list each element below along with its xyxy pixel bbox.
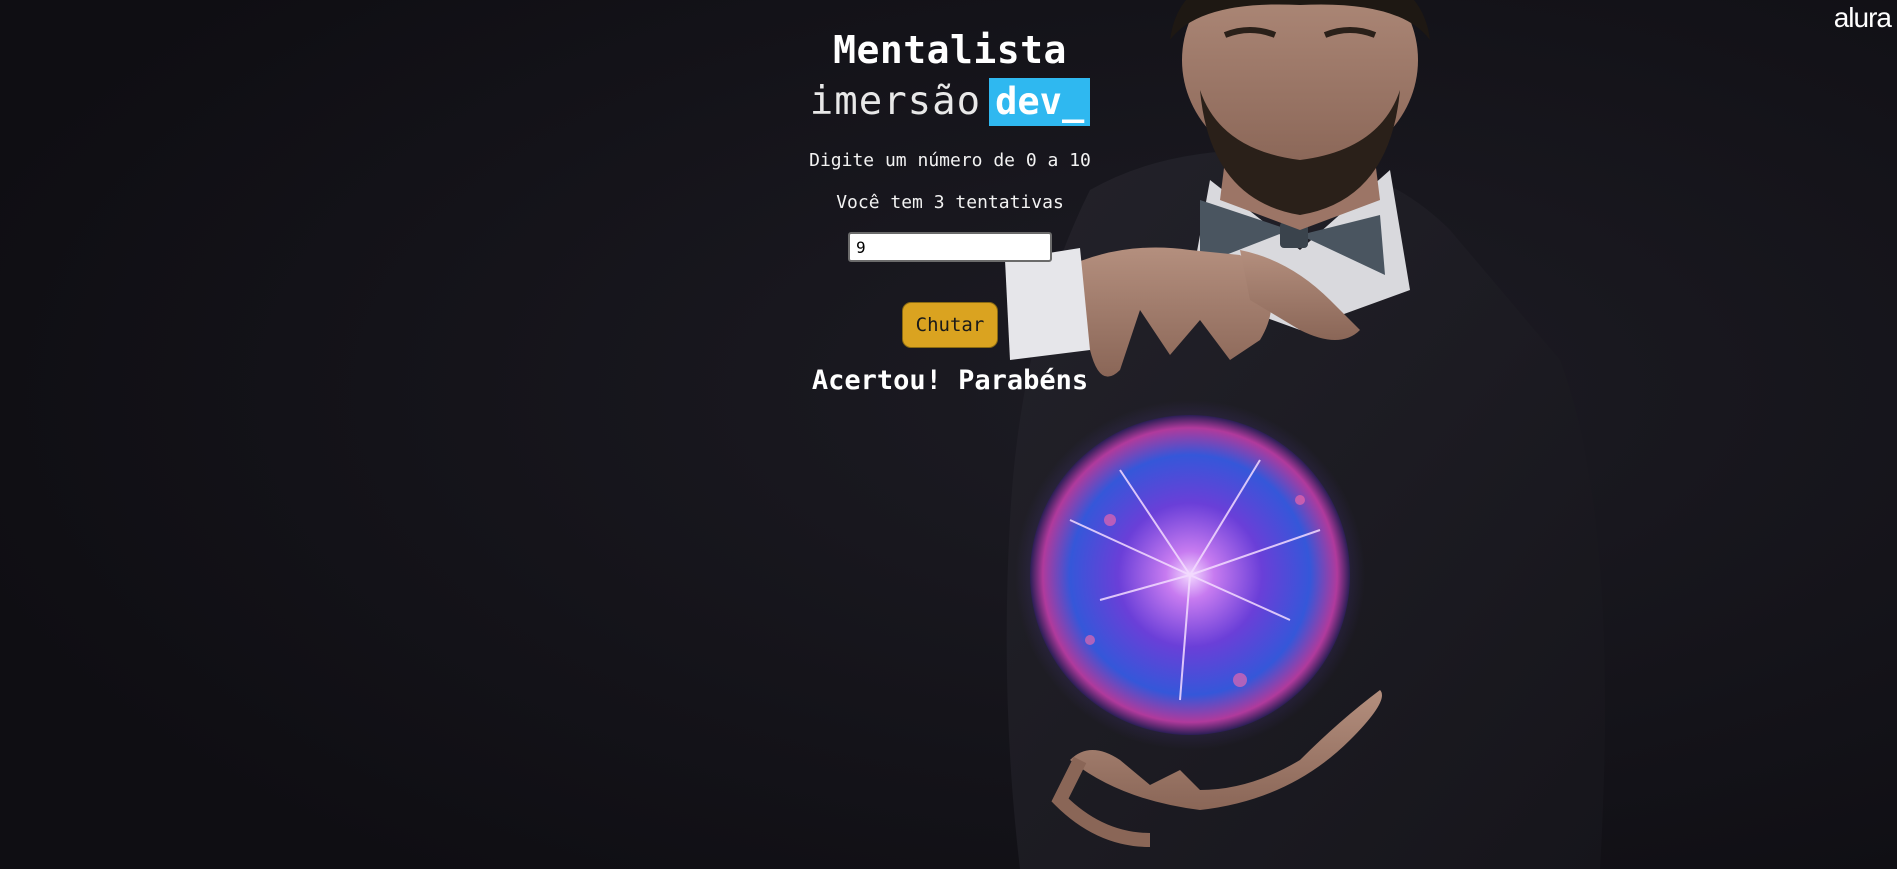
guess-button[interactable]: Chutar	[902, 302, 998, 348]
instruction-text: Digite um número de 0 a 10	[809, 150, 1091, 171]
logo-badge: dev_	[989, 78, 1091, 126]
imersao-dev-logo: imersão dev_	[809, 77, 1091, 127]
guess-input[interactable]	[848, 232, 1052, 262]
attempts-text: Você tem 3 tentativas	[836, 192, 1064, 213]
game-panel: Mentalista imersão dev_ Digite um número…	[0, 0, 1897, 398]
logo-word: imersão	[809, 79, 982, 124]
page-title: Mentalista	[833, 28, 1067, 72]
result-message: Acertou! Parabéns	[811, 365, 1089, 396]
